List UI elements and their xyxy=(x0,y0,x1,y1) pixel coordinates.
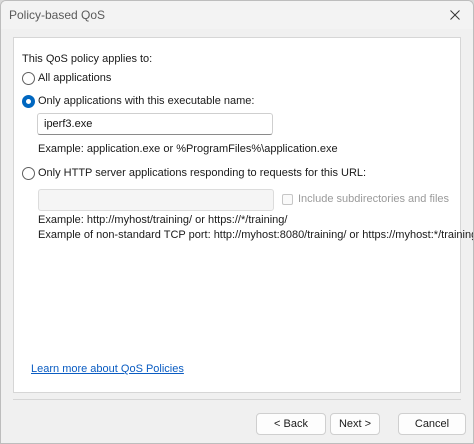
close-icon xyxy=(450,10,460,20)
radio-http-url-label[interactable]: Only HTTP server applications responding… xyxy=(38,167,366,179)
next-button[interactable]: Next > xyxy=(330,413,380,435)
footer-separator xyxy=(13,399,461,400)
radio-executable-name-label[interactable]: Only applications with this executable n… xyxy=(38,95,254,107)
executable-name-input[interactable] xyxy=(37,113,273,135)
url-example-text: Example: http://myhost/training/ or http… xyxy=(38,214,288,226)
port-example-text: Example of non-standard TCP port: http:/… xyxy=(38,229,474,241)
intro-label: This QoS policy applies to: xyxy=(22,53,153,65)
qos-dialog-window: Policy-based QoS This QoS policy applies… xyxy=(0,0,474,444)
radio-executable-name[interactable] xyxy=(22,95,35,108)
radio-all-applications[interactable] xyxy=(22,72,35,85)
window-title: Policy-based QoS xyxy=(9,8,106,22)
radio-http-url[interactable] xyxy=(22,167,35,180)
radio-all-applications-label[interactable]: All applications xyxy=(38,72,111,84)
close-button[interactable] xyxy=(441,4,469,26)
back-button[interactable]: < Back xyxy=(256,413,326,435)
content-panel: This QoS policy applies to: All applicat… xyxy=(13,37,473,393)
include-subdirectories-checkbox[interactable] xyxy=(282,194,293,205)
cancel-button[interactable]: Cancel xyxy=(398,413,466,435)
learn-more-link[interactable]: Learn more about QoS Policies xyxy=(31,363,184,375)
url-input[interactable] xyxy=(38,189,274,211)
executable-example-text: Example: application.exe or %ProgramFile… xyxy=(38,143,338,155)
include-subdirectories-label: Include subdirectories and files xyxy=(298,193,450,205)
title-bar: Policy-based QoS xyxy=(1,1,473,29)
